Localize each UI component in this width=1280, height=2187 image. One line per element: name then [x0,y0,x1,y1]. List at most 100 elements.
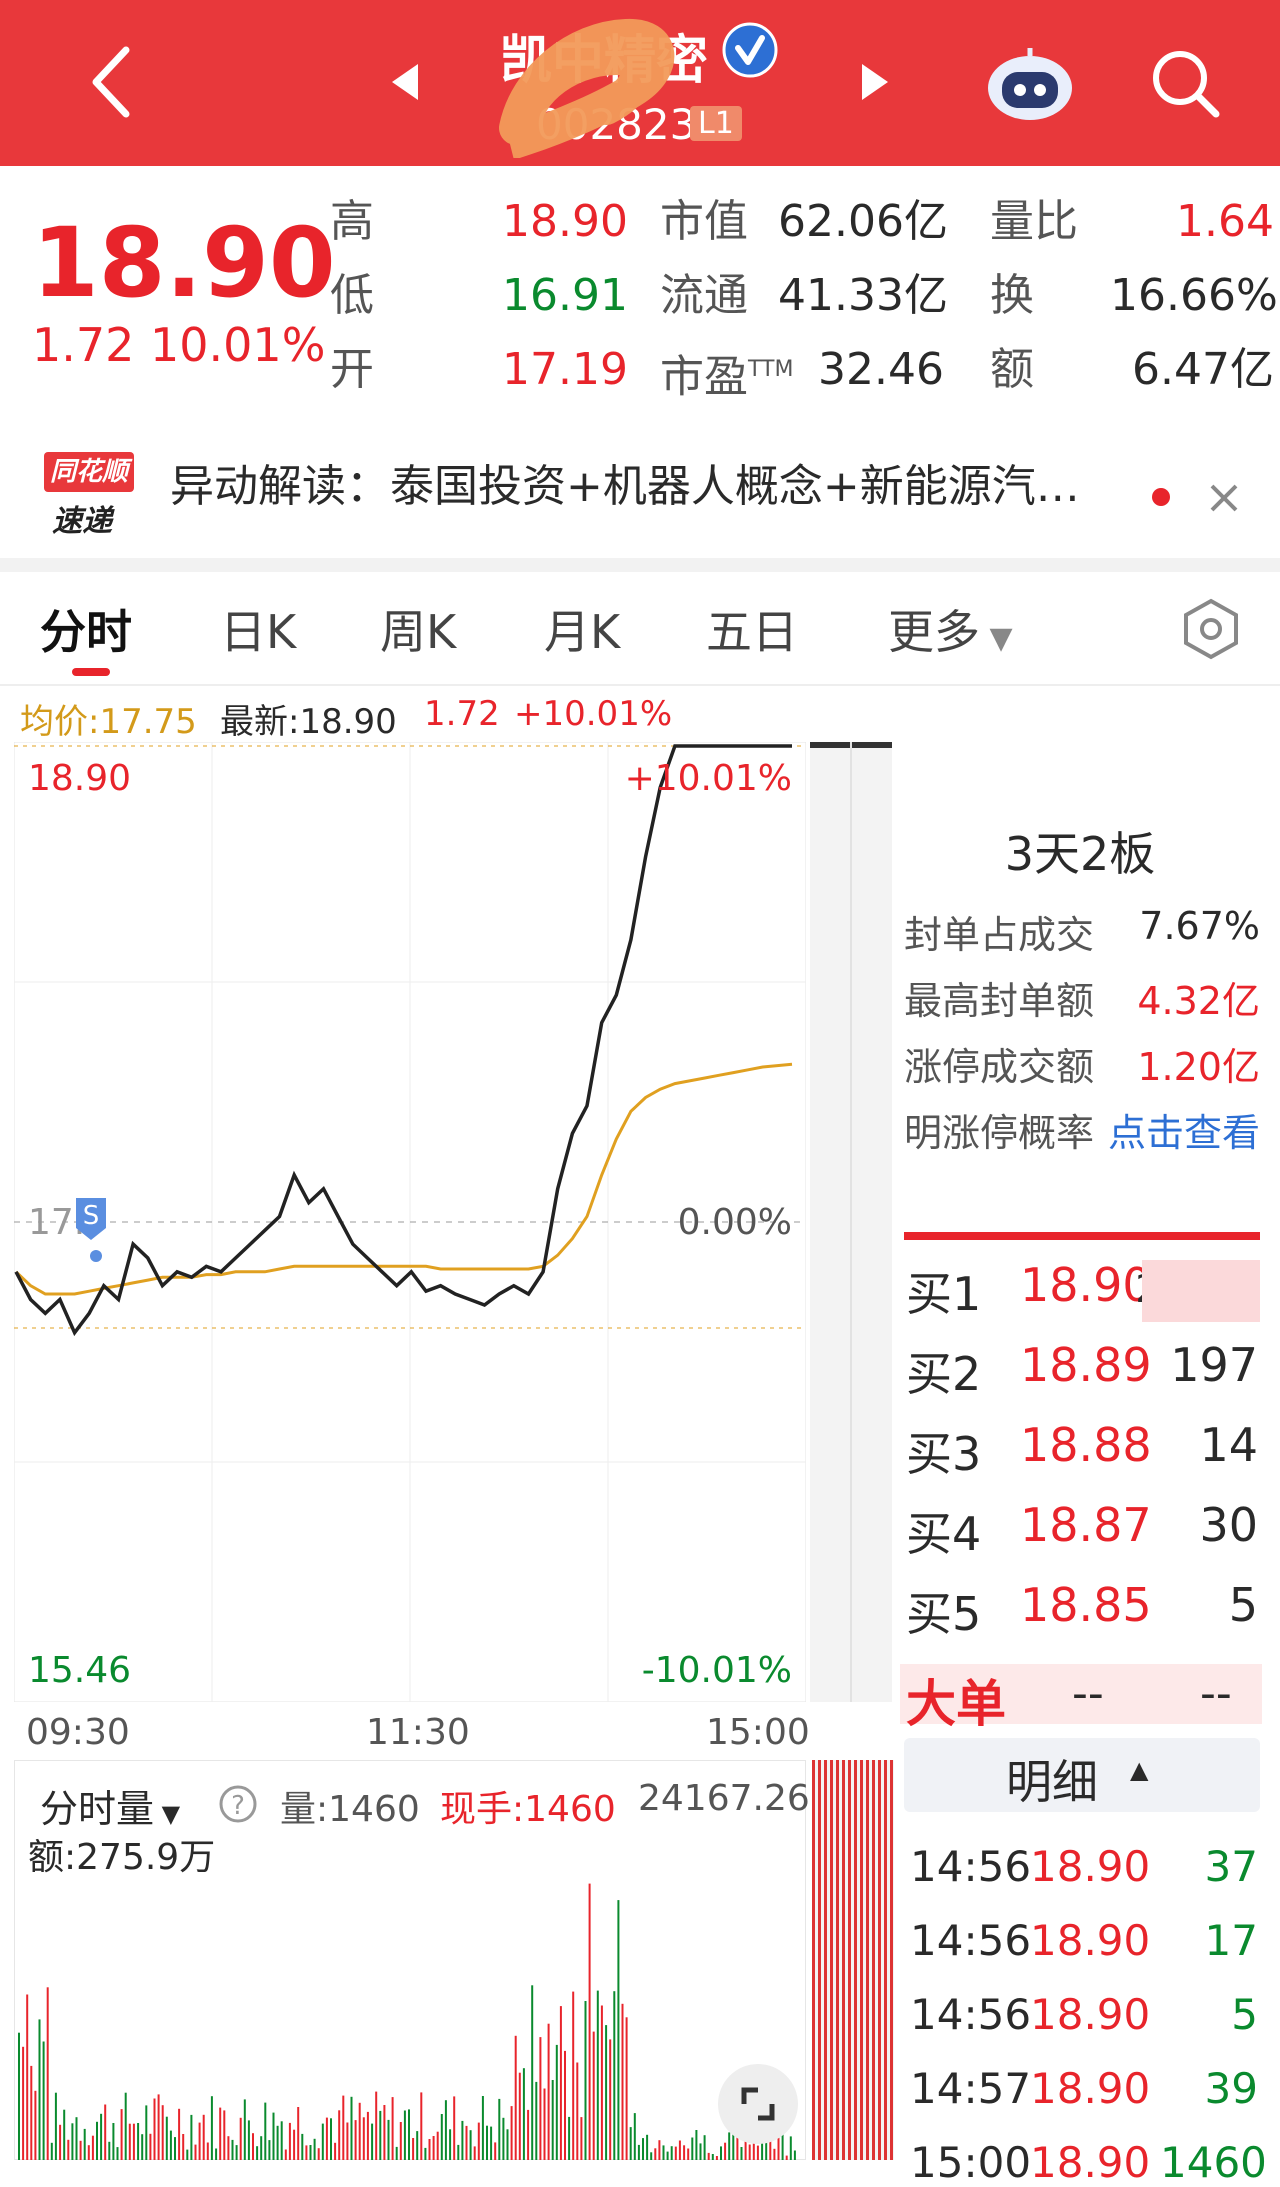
search-icon[interactable] [1148,46,1224,122]
volume-bar [239,2117,242,2160]
volume-bar [449,2129,452,2160]
volume-bar [256,2146,259,2160]
info-change-pct: +10.01% [514,694,673,734]
axis-low-pct: -10.01% [642,1650,792,1691]
volume-bar [383,2105,386,2160]
volume-bar [235,2145,238,2160]
volume-bar [268,2140,271,2160]
max-seal-label: 最高封单额 [904,979,1095,1023]
svg-text:?: ? [231,1791,245,1821]
volume-bar [613,1991,616,2160]
volume-bar [461,2120,464,2160]
tab-intraday[interactable]: 分时 [40,596,132,662]
limit-streak-title: 3天2板 [1004,827,1156,881]
tick-volume: 39 [1204,2064,1258,2113]
volume-bar [305,2145,308,2160]
volume-bar [408,2109,410,2160]
volume-bar [453,2096,456,2160]
volume-bar [132,2123,135,2160]
open-value: 17.19 [502,344,628,395]
volume-bar [646,2134,649,2160]
volume-bar [580,2117,583,2160]
volume-type-select[interactable]: 分时量 ▼ [40,1778,180,1833]
pe-value: 32.46 [818,344,944,395]
low-label: 低 [330,270,374,321]
tab-five-day[interactable]: 五日 [706,596,798,662]
volume-bar [231,2139,234,2160]
volume-bar [202,2114,205,2160]
volume-bar [674,2146,677,2160]
axis-low-label: 15.46 [28,1650,131,1691]
chevron-up-icon: ▲ [1130,1756,1149,1784]
bid-level-label: 买4 [906,1507,982,1561]
volume-bar [112,2123,115,2160]
volume-bar [161,2105,164,2160]
amount-label: 额 [990,344,1034,395]
volume-bar [678,2140,681,2160]
intraday-chart[interactable]: 18.90 +10.01% 17. 0.00% 15.46 -10.01% S [14,742,806,1702]
volume-bar [498,2098,501,2160]
fullscreen-icon[interactable] [716,2062,800,2146]
time-label-noon: 11:30 [366,1712,470,1753]
chevron-down-icon: ▼ [154,1800,181,1828]
next-stock-icon[interactable] [858,62,892,102]
volume-bar [169,2130,172,2160]
turnover-label: 换 [990,270,1034,321]
volume-bar [522,2068,525,2160]
open-label: 开 [330,344,374,395]
tick-price: 18.90 [1030,1990,1151,2039]
back-icon[interactable] [82,42,142,122]
redaction-scribble [499,19,675,158]
tick-volume: 37 [1204,1842,1258,1891]
volume-bar [654,2148,657,2160]
tab-more[interactable]: 更多 ▼ [888,596,1013,662]
volume-bar [54,2092,57,2160]
big-order-v2: -- [1200,1668,1232,1719]
settings-hex-icon[interactable] [1178,596,1244,662]
volume-bar [75,2117,78,2160]
bid-level-label: 买2 [906,1347,982,1401]
tick-time: 14:56 [910,1990,1032,2039]
volume-bar [38,2019,41,2160]
volume-ratio-label: 量比 [990,196,1078,247]
volume-ratio-value: 1.64 [1176,196,1274,247]
amount-value: 6.47亿 [1132,344,1274,395]
high-label: 高 [330,196,374,247]
volume-bar [293,2129,296,2160]
tab-monthly-k[interactable]: 月K [544,596,620,662]
prev-stock-icon[interactable] [388,62,422,102]
volume-bar [63,2109,66,2160]
close-icon[interactable] [1206,480,1242,516]
volume-bar [22,2046,25,2160]
sell-marker-label: S [83,1201,100,1231]
volume-bar [284,2149,287,2160]
news-bar[interactable]: 同花顺 速递 异动解读：泰国投资+机器人概念+新能源汽… [0,430,1280,560]
volume-bar [506,2129,509,2160]
volume-bar [609,2039,612,2160]
volume-bar [428,2139,431,2160]
volume-bar [79,2140,82,2160]
pe-label: 市盈TTM [660,351,794,403]
tick-volume: 17 [1204,1916,1258,1965]
volume-bar [703,2135,706,2160]
volume-bar [658,2140,661,2160]
tick-time: 14:57 [910,2064,1032,2113]
news-text: 异动解读：泰国投资+机器人概念+新能源汽… [170,461,1080,512]
help-icon[interactable]: ? [218,1784,258,1824]
news-brand-logo: 同花顺 [44,452,134,492]
volume-bar [145,2105,148,2160]
view-prob-link[interactable]: 点击查看 [1100,1102,1260,1157]
volume-bar [362,2117,365,2160]
volume-bar [432,2136,435,2160]
robot-assistant-icon[interactable] [982,44,1078,124]
seal-ratio-label: 封单占成交 [904,913,1095,957]
tab-daily-k[interactable]: 日K [220,596,296,662]
volume-bar [346,2122,349,2160]
volume-bar [395,2146,398,2160]
volume-bar [321,2123,324,2160]
bid-level-volume: 14 [1199,1418,1258,1472]
tab-weekly-k[interactable]: 周K [380,596,456,662]
volume-bar [592,2031,595,2160]
market-cap-value: 62.06亿 [778,196,948,247]
volume-bar [149,2133,152,2160]
